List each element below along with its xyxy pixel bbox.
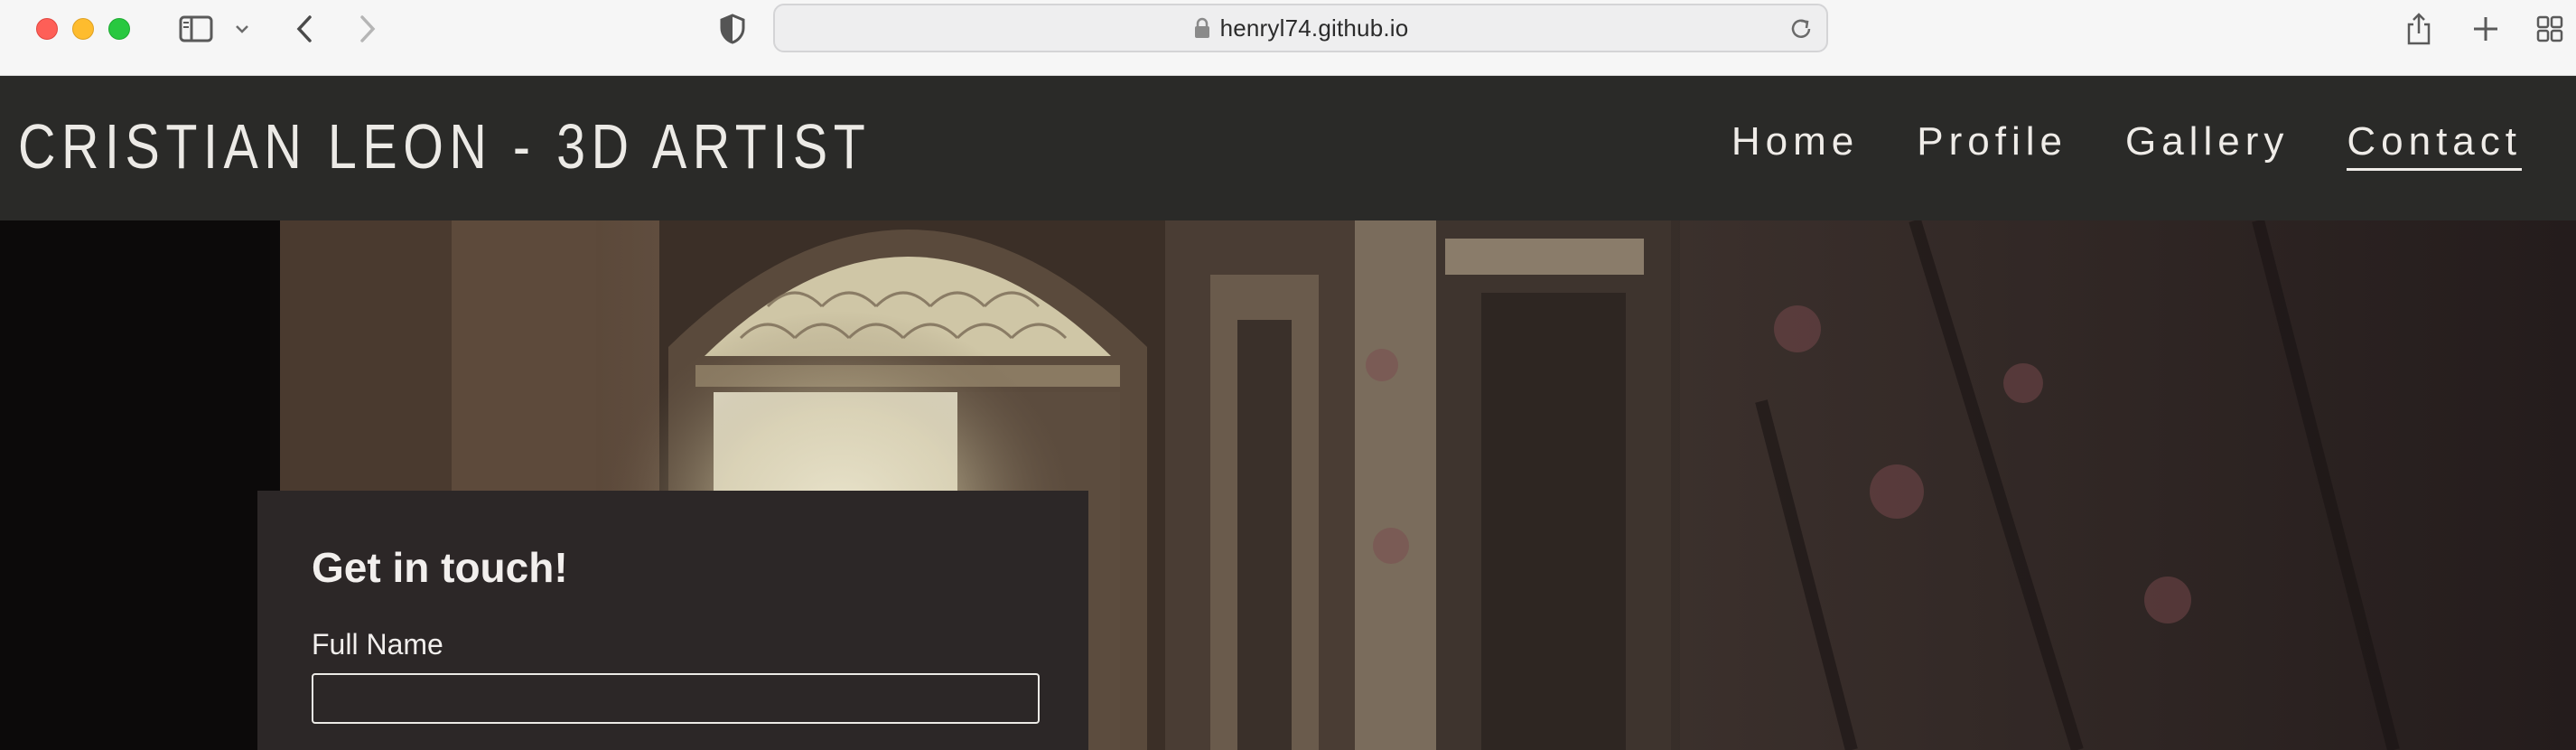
lock-icon [1193, 17, 1211, 39]
share-icon[interactable] [2403, 11, 2435, 47]
back-icon[interactable] [289, 11, 320, 47]
new-tab-icon[interactable] [2469, 11, 2502, 47]
nav-profile[interactable]: Profile [1917, 119, 2067, 171]
forward-icon[interactable] [352, 11, 383, 47]
chevron-down-icon[interactable] [231, 11, 253, 47]
site-header: CRISTIAN LEON - 3D ARTIST Home Profile G… [0, 76, 2576, 220]
full-name-input[interactable] [312, 673, 1040, 724]
site-title[interactable]: CRISTIAN LEON - 3D ARTIST [18, 110, 871, 183]
minimize-window-button[interactable] [72, 18, 94, 40]
browser-toolbar: henryl74.github.io [0, 0, 2576, 76]
contact-form-card: Get in touch! Full Name [257, 491, 1088, 750]
reload-icon[interactable] [1788, 16, 1814, 46]
nav-contact[interactable]: Contact [2347, 119, 2522, 171]
nav-home[interactable]: Home [1731, 119, 1859, 171]
close-window-button[interactable] [36, 18, 58, 40]
privacy-shield-icon[interactable] [717, 11, 748, 47]
nav-gallery[interactable]: Gallery [2125, 119, 2289, 171]
form-heading: Get in touch! [312, 544, 568, 591]
main-nav: Home Profile Gallery Contact [1674, 119, 2522, 171]
tab-overview-icon[interactable] [2534, 11, 2565, 47]
sidebar-toggle-icon[interactable] [177, 11, 215, 47]
url-text: henryl74.github.io [1219, 14, 1409, 42]
address-bar[interactable]: henryl74.github.io [773, 4, 1828, 52]
full-name-label: Full Name [312, 628, 443, 661]
zoom-window-button[interactable] [108, 18, 130, 40]
